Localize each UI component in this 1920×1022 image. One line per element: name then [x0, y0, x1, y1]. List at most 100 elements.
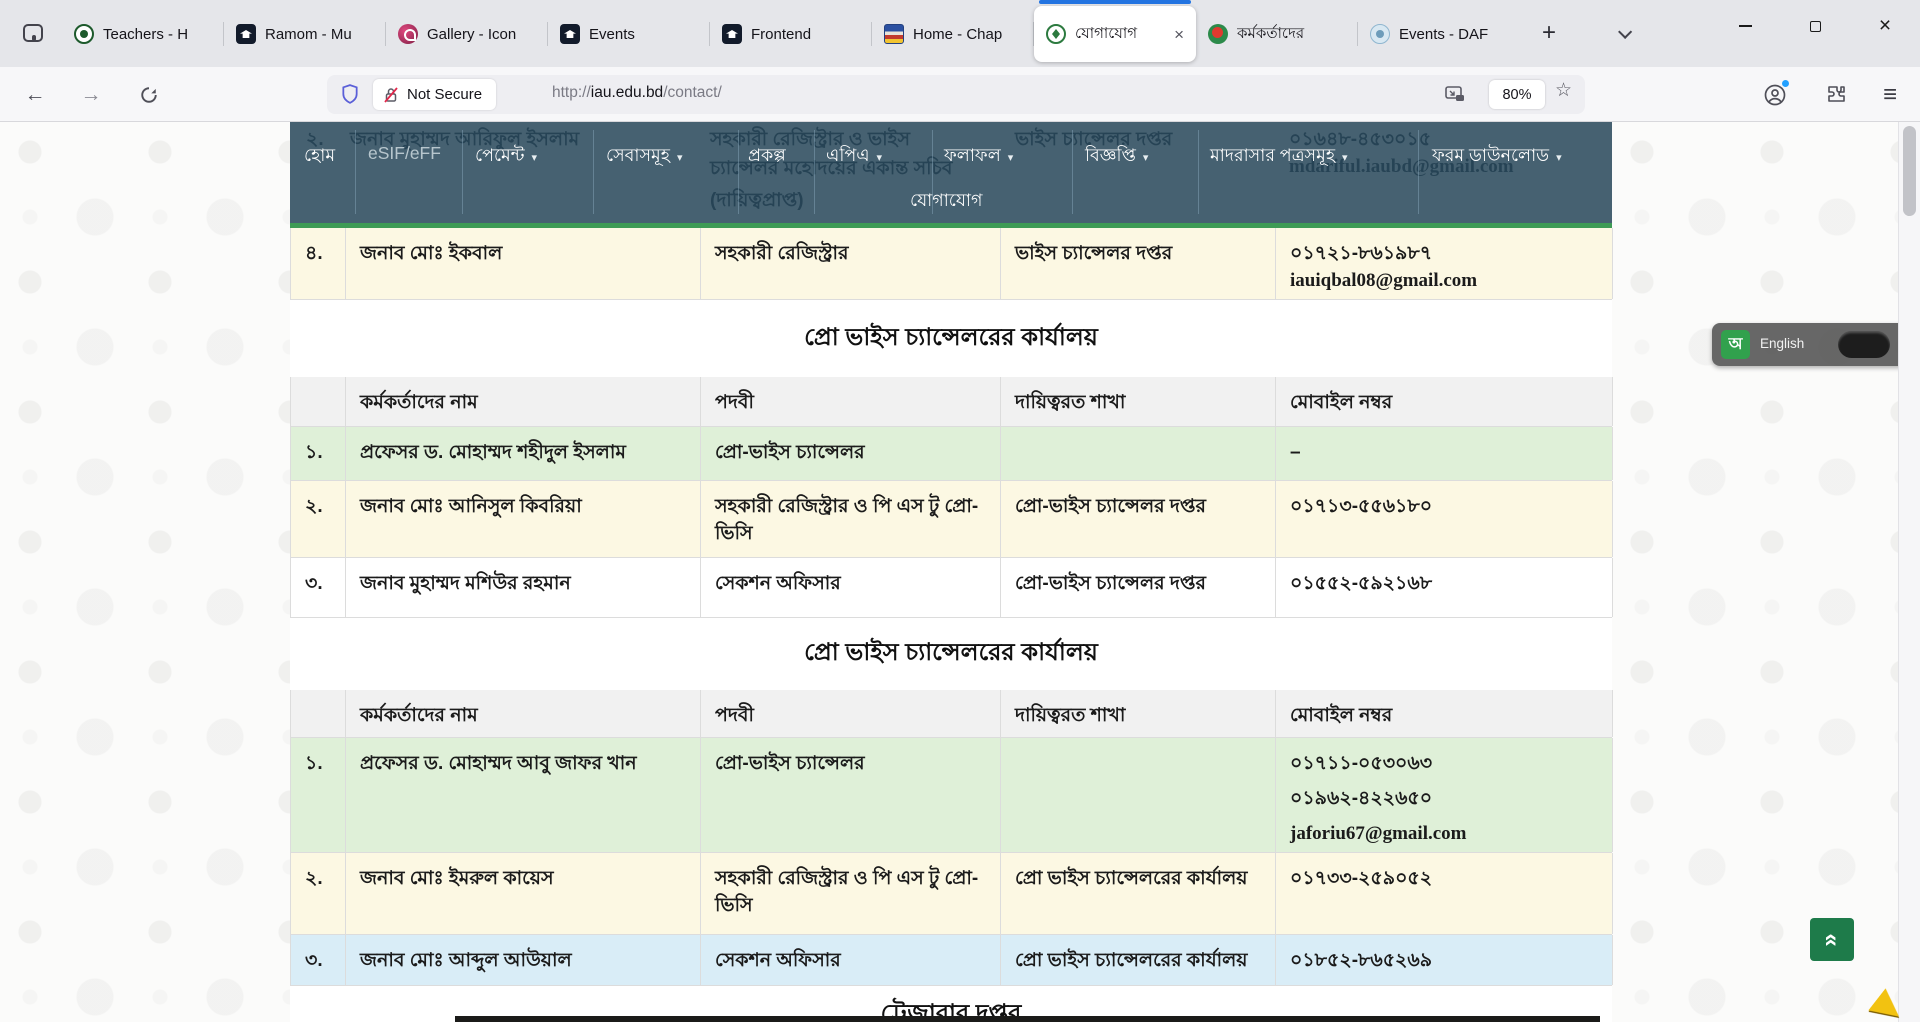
nav-item-services[interactable]: সেবাসমূহ▾ [606, 143, 682, 172]
not-secure-chip[interactable]: Not Secure [373, 79, 496, 110]
address-bar[interactable]: Not Secure http://iau.edu.bd/contact/ 80… [327, 75, 1585, 114]
tab-events[interactable]: Events [548, 6, 710, 62]
nav-item-contact[interactable]: যোগাযোগ [910, 188, 982, 217]
chevron-down-icon [1618, 25, 1632, 39]
active-tab-indicator [1039, 0, 1191, 4]
row-sl: ১. [291, 738, 346, 852]
tab-officers[interactable]: কর্মকর্তাদের [1196, 6, 1358, 62]
tab-home[interactable]: Home - Chap [872, 6, 1034, 62]
list-all-tabs-button[interactable] [1608, 22, 1638, 46]
nav-separator [1418, 130, 1419, 214]
tab-gallery[interactable]: Gallery - Icon [386, 6, 548, 62]
branch: প্রো ভাইস চ্যান্সেলরের কার্যালয় [1001, 853, 1276, 934]
chevron-down-icon: ▾ [1008, 152, 1014, 164]
nav-separator [593, 130, 594, 214]
scroll-to-top-button[interactable]: « [1810, 918, 1854, 961]
ramom-favicon-icon [236, 24, 256, 44]
bookmark-star-icon[interactable]: ☆ [1555, 79, 1572, 102]
tab-frontend[interactable]: Frontend [710, 6, 872, 62]
frontend-favicon-icon [722, 24, 742, 44]
close-window-button[interactable]: × [1862, 0, 1908, 52]
picture-in-picture-icon[interactable] [1445, 85, 1465, 108]
translate-widget[interactable]: অ English [1712, 323, 1920, 366]
nav-item-payment[interactable]: পেমেন্ট▾ [475, 143, 537, 172]
scrollbar-thumb[interactable] [1903, 126, 1916, 216]
translate-language-label[interactable]: English [1760, 336, 1804, 351]
email[interactable]: iauiqbal08@gmail.com [1290, 267, 1600, 294]
nav-separator [1072, 130, 1073, 214]
chevron-down-icon: ▾ [677, 152, 683, 164]
forward-button[interactable]: → [74, 79, 108, 111]
header-mobile: মোবাইল নম্বর [1276, 377, 1613, 426]
designation: সেকশন অফিসার [701, 935, 1001, 985]
tab-label: যোগাযোগ [1075, 22, 1172, 47]
row-sl: ২. [291, 853, 346, 934]
nav-item-notices[interactable]: বিজ্ঞপ্তি▾ [1085, 143, 1148, 172]
nav-item-esif[interactable]: eSIF/eFF [368, 143, 441, 164]
page-scrollbar[interactable] [1898, 122, 1920, 1022]
nav-item-madrasah-letters[interactable]: মাদরাসার পত্রসমূহ▾ [1210, 143, 1348, 172]
row-sl: ৩. [291, 935, 346, 985]
nav-separator [814, 130, 815, 214]
account-button[interactable] [1757, 79, 1793, 111]
nav-item-results[interactable]: ফলাফল▾ [944, 143, 1013, 172]
tab-strip: Teachers - H Ramom - Mu Gallery - Icon E… [62, 6, 1520, 62]
mobile: ০১৭১১-০৫৩০৬৩ [1290, 750, 1600, 777]
translate-icon: অ [1721, 330, 1750, 359]
chevron-down-icon: ▾ [1342, 152, 1348, 164]
teachers-favicon-icon [74, 24, 94, 44]
extensions-button[interactable] [1818, 79, 1854, 111]
mobile-cell: ০১৭২১-৮৬১৯৮৭ iauiqbal08@gmail.com [1276, 228, 1613, 299]
header-sl [291, 377, 346, 426]
page-content: ২. জনাব মুহাম্মদ আরিফুল ইসলাম সহকারী রেজ… [290, 122, 1612, 1022]
nav-item-projects[interactable]: প্রকল্প [748, 143, 786, 172]
restore-button[interactable] [1792, 0, 1838, 52]
tab-ramom[interactable]: Ramom - Mu [224, 6, 386, 62]
contact-favicon-icon [1046, 24, 1066, 44]
header-designation: পদবী [701, 690, 1001, 737]
tab-events-daf[interactable]: Events - DAF [1358, 6, 1520, 62]
nav-item-form-download[interactable]: ফরম ডাউনলোড▾ [1432, 143, 1562, 172]
back-button[interactable]: ← [18, 79, 52, 111]
translate-toggle[interactable] [1838, 331, 1890, 358]
minimize-icon [1739, 25, 1752, 27]
branch [1001, 427, 1276, 480]
tab-contact-active[interactable]: যোগাযোগ × [1034, 6, 1196, 62]
chevron-down-icon: ▾ [1143, 152, 1149, 164]
new-tab-button[interactable]: + [1532, 16, 1566, 50]
puzzle-icon [1825, 84, 1847, 106]
tab-label: Ramom - Mu [265, 26, 376, 43]
reload-button[interactable] [132, 79, 166, 111]
left-ornament-background [0, 122, 290, 1022]
table-header-row: কর্মকর্তাদের নাম পদবী দায়িত্বরত শাখা মো… [290, 377, 1612, 427]
site-navbar: হোম eSIF/eFF পেমেন্ট▾ সেবাসমূহ▾ প্রকল্প … [290, 122, 1612, 228]
tracking-shield-icon[interactable] [341, 84, 359, 109]
tab-label: Home - Chap [913, 26, 1024, 43]
table-row: ১. প্রফেসর ড. মোহাম্মদ শহীদুল ইসলাম প্রো… [290, 427, 1612, 481]
minimize-button[interactable] [1722, 0, 1768, 52]
home-favicon-icon [884, 24, 904, 44]
row-sl: ১. [291, 427, 346, 480]
header-branch: দায়িত্বরত শাখা [1001, 690, 1276, 737]
designation: সহকারী রেজিস্ট্রার ও পি এস টু প্রো-ভিসি [701, 481, 1001, 557]
browser-toolbar: ← → Not Secure http://iau.edu.bd/contact… [0, 67, 1920, 122]
officer-name: প্রফেসর ড. মোহাম্মদ শহীদুল ইসলাম [346, 427, 701, 480]
officers-favicon-icon [1208, 24, 1228, 44]
restore-icon [1810, 21, 1821, 32]
branch: প্রো ভাইস চ্যান্সেলরের কার্যালয় [1001, 935, 1276, 985]
table-row: ৩. জনাব মুহাম্মদ মশিউর রহমান সেকশন অফিসা… [290, 558, 1612, 618]
menu-button[interactable]: ≡ [1872, 79, 1908, 111]
nav-item-apa[interactable]: এপিএ▾ [826, 143, 882, 172]
url-text[interactable]: http://iau.edu.bd/contact/ [552, 84, 722, 102]
email[interactable]: jaforiu67@gmail.com [1290, 820, 1600, 847]
zoom-level-badge[interactable]: 80% [1489, 80, 1545, 109]
close-tab-icon[interactable]: × [1172, 26, 1186, 43]
row-sl: ৩. [291, 558, 346, 617]
header-mobile: মোবাইল নম্বর [1276, 690, 1613, 737]
tab-teachers[interactable]: Teachers - H [62, 6, 224, 62]
double-chevron-up-icon: « [1818, 933, 1846, 946]
firefox-view-button[interactable] [16, 18, 50, 48]
url-host: iau.edu.bd [591, 84, 663, 101]
row-sl: ২. [291, 481, 346, 557]
nav-item-home[interactable]: হোম [304, 143, 335, 172]
